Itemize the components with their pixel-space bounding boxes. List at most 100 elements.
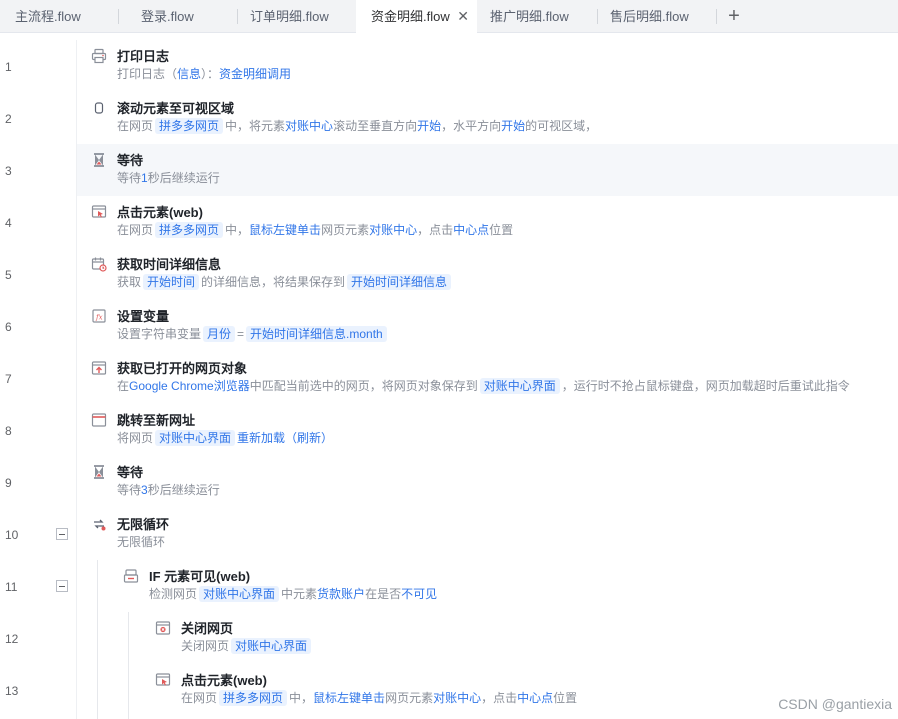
description-text: ，运行时不抢占鼠标键盘，网页加载超时后重试此指令 bbox=[561, 379, 850, 393]
svg-text:fx: fx bbox=[95, 314, 103, 322]
step-row[interactable]: 点击元素(web) 在网页 拼多多网页 中，鼠标左键单击网页元素对账中心，点击中心点位… bbox=[77, 664, 898, 716]
description-text: 等待 bbox=[117, 171, 142, 185]
description-text: 中匹配当前选中的网页，将网页对象保存到 bbox=[249, 379, 478, 393]
tab-login-flow[interactable]: 登录.flow bbox=[126, 0, 236, 33]
step-title: 无限循环 bbox=[117, 517, 170, 532]
description-text: ，点击 bbox=[481, 691, 518, 705]
parameter-value: 鼠标左键单击 bbox=[313, 691, 386, 705]
description-text: 秒后继续运行 bbox=[147, 171, 220, 185]
variable-tag[interactable]: 开始时间 bbox=[143, 274, 200, 290]
description-text: 滚动至垂直方向 bbox=[333, 119, 418, 133]
step-row[interactable]: 获取已打开的网页对象 在Google Chrome浏览器中匹配当前选中的网页，将网… bbox=[77, 352, 898, 404]
line-number: 10 bbox=[5, 528, 19, 542]
parameter-value: 对账中心 bbox=[433, 691, 482, 705]
variable-tag[interactable]: 拼多多网页 bbox=[155, 118, 224, 134]
line-number: 11 bbox=[5, 580, 18, 594]
add-tab-plus-icon[interactable]: + bbox=[724, 4, 744, 28]
description-text: 的可视区域， bbox=[525, 119, 598, 133]
step-title: 等待 bbox=[117, 465, 144, 480]
step-description: 等待1秒后继续运行 bbox=[117, 169, 220, 186]
tab-divider bbox=[118, 9, 119, 24]
line-number: 6 bbox=[5, 320, 12, 334]
description-text: 等待 bbox=[117, 483, 142, 497]
tab-order-detail-flow[interactable]: 订单明细.flow bbox=[235, 0, 355, 33]
step-row[interactable]: 等待 等待1秒后继续运行 bbox=[77, 144, 898, 196]
variable-tag[interactable]: 对账中心界面 bbox=[231, 638, 312, 654]
tab-fund-detail-flow[interactable]: 资金明细.flow ✕ bbox=[356, 0, 477, 34]
step-title: 点击元素(web) bbox=[117, 205, 203, 220]
step-title: 获取已打开的网页对象 bbox=[117, 361, 248, 376]
step-row[interactable]: 打印日志 打印日志（信息）：资金明细调用 bbox=[77, 40, 898, 92]
click-element-icon bbox=[155, 672, 171, 688]
step-title: 跳转至新网址 bbox=[117, 413, 196, 428]
parameter-value: 不可见 bbox=[401, 587, 438, 601]
close-icon[interactable]: ✕ bbox=[457, 0, 469, 33]
tab-after-sales-detail-flow[interactable]: 售后明细.flow bbox=[595, 0, 715, 33]
parameter-value: 信息 bbox=[177, 67, 202, 81]
description-text: 关闭网页 bbox=[181, 639, 230, 653]
description-text: ，水平方向 bbox=[441, 119, 502, 133]
description-text: 位置 bbox=[553, 691, 578, 705]
collapse-loop-toggle-icon[interactable] bbox=[56, 528, 68, 540]
step-title: 打印日志 bbox=[117, 49, 170, 64]
line-number: 9 bbox=[5, 476, 12, 490]
step-row[interactable]: 获取时间详细信息 获取 开始时间 的详细信息，将结果保存到 开始时间详细信息 bbox=[77, 248, 898, 300]
step-row[interactable]: 无限循环 无限循环 bbox=[77, 508, 898, 560]
line-number: 12 bbox=[5, 632, 19, 646]
variable-tag[interactable]: 月份 bbox=[203, 326, 236, 342]
line-number: 1 bbox=[5, 60, 12, 74]
description-text: 检测网页 bbox=[149, 587, 198, 601]
hourglass-icon bbox=[91, 464, 107, 480]
description-text: 中元素 bbox=[281, 587, 318, 601]
tab-label: 订单明细.flow bbox=[250, 9, 329, 24]
step-description: 在网页 拼多多网页 中，将元素对账中心滚动至垂直方向开始，水平方向开始的可视区域， bbox=[117, 117, 597, 134]
step-description: 在网页 拼多多网页 中，鼠标左键单击网页元素对账中心，点击中心点位置 bbox=[117, 221, 513, 238]
if-element-icon bbox=[123, 568, 139, 584]
description-text: 中， bbox=[289, 691, 314, 705]
parameter-value: 重新加载（刷新） bbox=[237, 431, 334, 445]
description-text: ）： bbox=[201, 67, 220, 81]
step-title: 等待 bbox=[117, 153, 144, 168]
description-text: 位置 bbox=[489, 223, 514, 237]
variable-tag[interactable]: 对账中心界面 bbox=[155, 430, 236, 446]
variable-tag[interactable]: 拼多多网页 bbox=[219, 690, 288, 706]
variable-icon: fx bbox=[91, 308, 107, 324]
step-row[interactable]: fx 设置变量 设置字符串变量 月份 = 开始时间详细信息.month bbox=[77, 300, 898, 352]
collapse-if-toggle-icon[interactable] bbox=[56, 580, 68, 592]
step-row[interactable]: 滚动元素至可视区域 在网页 拼多多网页 中，将元素对账中心滚动至垂直方向开始，水平方向… bbox=[77, 92, 898, 144]
parameter-value: 货款账户 bbox=[317, 587, 366, 601]
get-webpage-icon bbox=[91, 360, 107, 376]
step-description: 检测网页 对账中心界面 中元素货款账户在是否不可见 bbox=[149, 585, 437, 602]
description-text: 在网页 bbox=[117, 223, 154, 237]
description-text: 获取 bbox=[117, 275, 142, 289]
step-row[interactable]: 等待 等待3秒后继续运行 bbox=[77, 456, 898, 508]
step-row[interactable]: 关闭网页 关闭网页 对账中心界面 bbox=[77, 612, 898, 664]
step-description: 在Google Chrome浏览器中匹配当前选中的网页，将网页对象保存到 对账中心… bbox=[117, 377, 850, 394]
variable-tag[interactable]: 开始时间详细信息.month bbox=[246, 326, 387, 342]
step-row[interactable]: 跳转至新网址 将网页 对账中心界面 重新加载（刷新） bbox=[77, 404, 898, 456]
step-title: 关闭网页 bbox=[181, 621, 234, 636]
tab-label: 登录.flow bbox=[141, 9, 194, 24]
parameter-value: 中心点 bbox=[517, 691, 554, 705]
line-number: 8 bbox=[5, 424, 12, 438]
parameter-value: 资金明细调用 bbox=[219, 67, 292, 81]
variable-tag[interactable]: 拼多多网页 bbox=[155, 222, 224, 238]
variable-tag[interactable]: 对账中心界面 bbox=[199, 586, 280, 602]
description-text: 打印日志（ bbox=[117, 67, 178, 81]
variable-tag[interactable]: 开始时间详细信息 bbox=[347, 274, 452, 290]
variable-tag[interactable]: 对账中心界面 bbox=[479, 378, 560, 394]
printer-icon bbox=[91, 48, 107, 64]
step-description: 获取 开始时间 的详细信息，将结果保存到 开始时间详细信息 bbox=[117, 273, 453, 290]
scroll-icon bbox=[91, 100, 107, 116]
description-text: 中，将元素 bbox=[225, 119, 286, 133]
tab-main-flow[interactable]: 主流程.flow bbox=[0, 0, 118, 33]
loop-icon bbox=[91, 516, 107, 532]
tab-promotion-detail-flow[interactable]: 推广明细.flow bbox=[475, 0, 595, 33]
line-number: 13 bbox=[5, 684, 19, 698]
description-text: 在网页 bbox=[181, 691, 218, 705]
tab-divider bbox=[716, 9, 717, 24]
step-row[interactable]: 点击元素(web) 在网页 拼多多网页 中，鼠标左键单击网页元素对账中心，点击中心点位… bbox=[77, 196, 898, 248]
close-webpage-icon bbox=[155, 620, 171, 636]
step-row[interactable]: IF 元素可见(web) 检测网页 对账中心界面 中元素货款账户在是否不可见 bbox=[77, 560, 898, 612]
step-description: 打印日志（信息）：资金明细调用 bbox=[117, 65, 291, 82]
